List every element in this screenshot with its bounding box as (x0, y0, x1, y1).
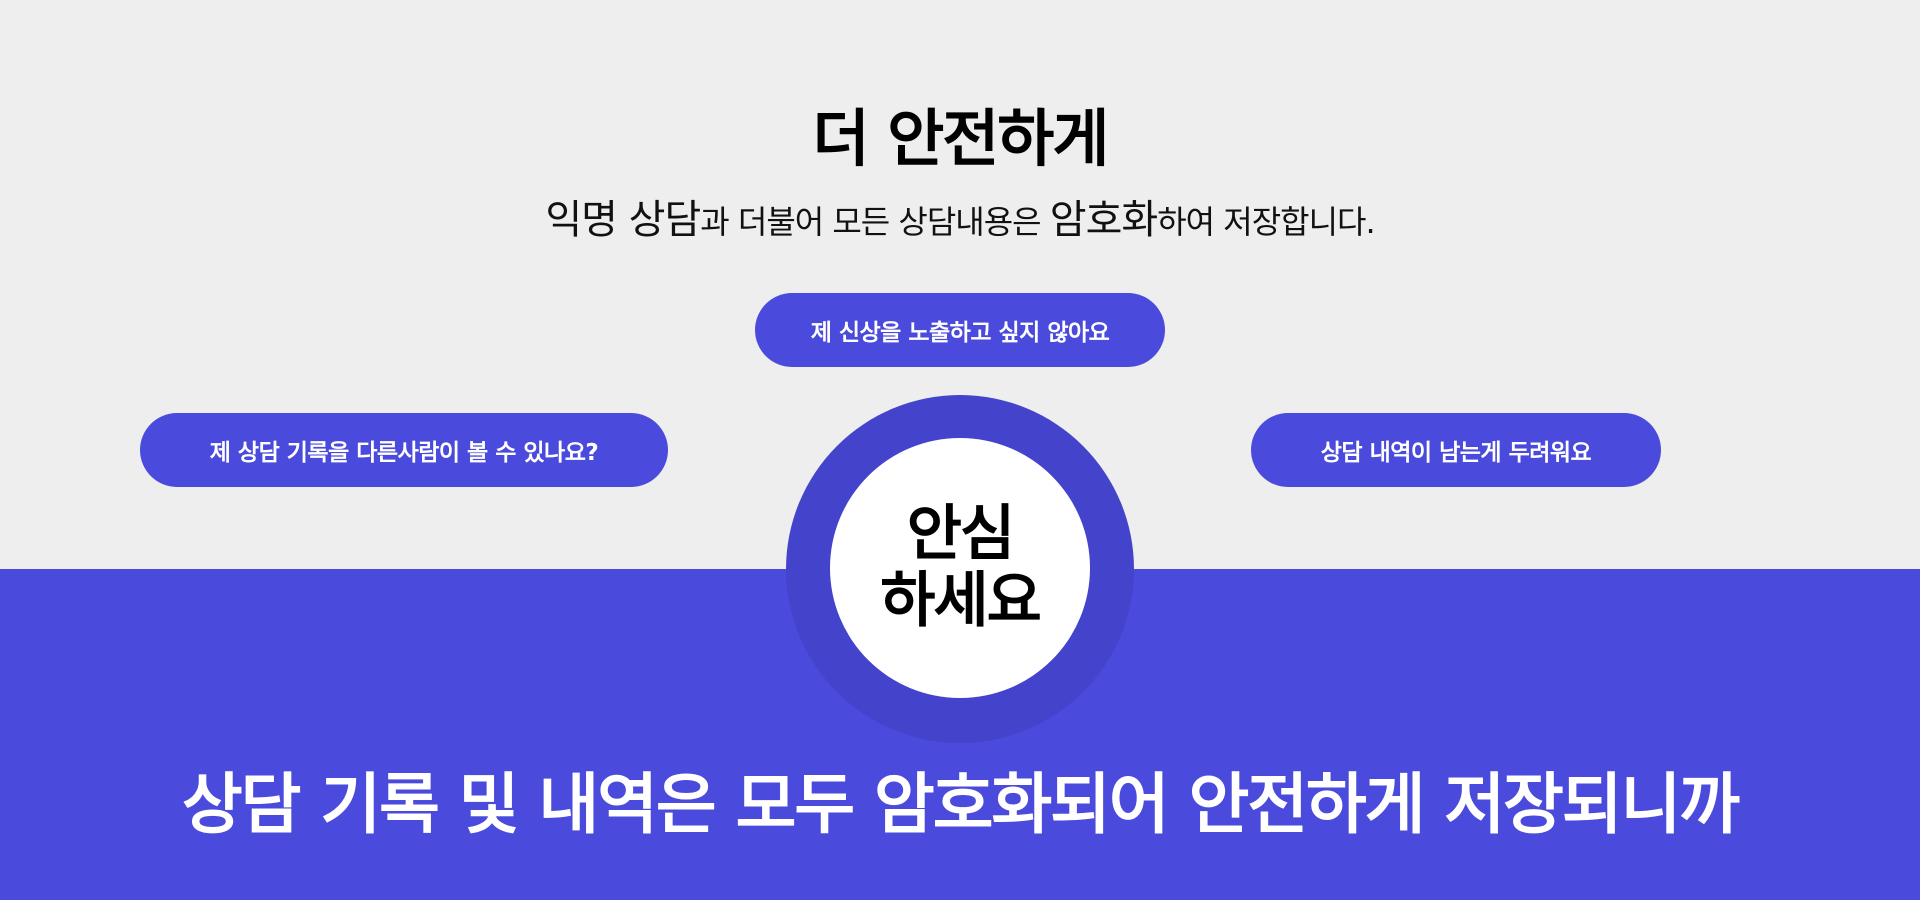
subheading-text-end: 하여 저장합니다. (1157, 203, 1375, 241)
subheading-emphasis-encryption: 암호화 (1049, 197, 1158, 243)
page-title: 더 안전하게 (812, 102, 1110, 175)
reassurance-line-1: 안심 (906, 498, 1015, 569)
reassurance-line-2: 하세요 (880, 566, 1042, 636)
concern-pill-visibility[interactable]: 제 상담 기록을 다른사람이 볼 수 있나요? (140, 413, 668, 487)
reassurance-circle: 안심 하세요 (830, 438, 1090, 698)
concern-pill-identity[interactable]: 제 신상을 노출하고 싶지 않아요 (755, 293, 1165, 367)
subheading-emphasis-anonymous: 익명 상담 (545, 197, 701, 243)
concern-pill-history[interactable]: 상담 내역이 남는게 두려워요 (1251, 413, 1661, 487)
subheading: 익명 상담과 더불어 모든 상담내용은 암호화하여 저장합니다. (0, 198, 1920, 242)
bottom-statement: 상담 기록 및 내역은 모두 암호화되어 안전하게 저장되니까 (181, 766, 1740, 843)
subheading-text: 과 더불어 모든 상담내용은 (700, 203, 1050, 241)
